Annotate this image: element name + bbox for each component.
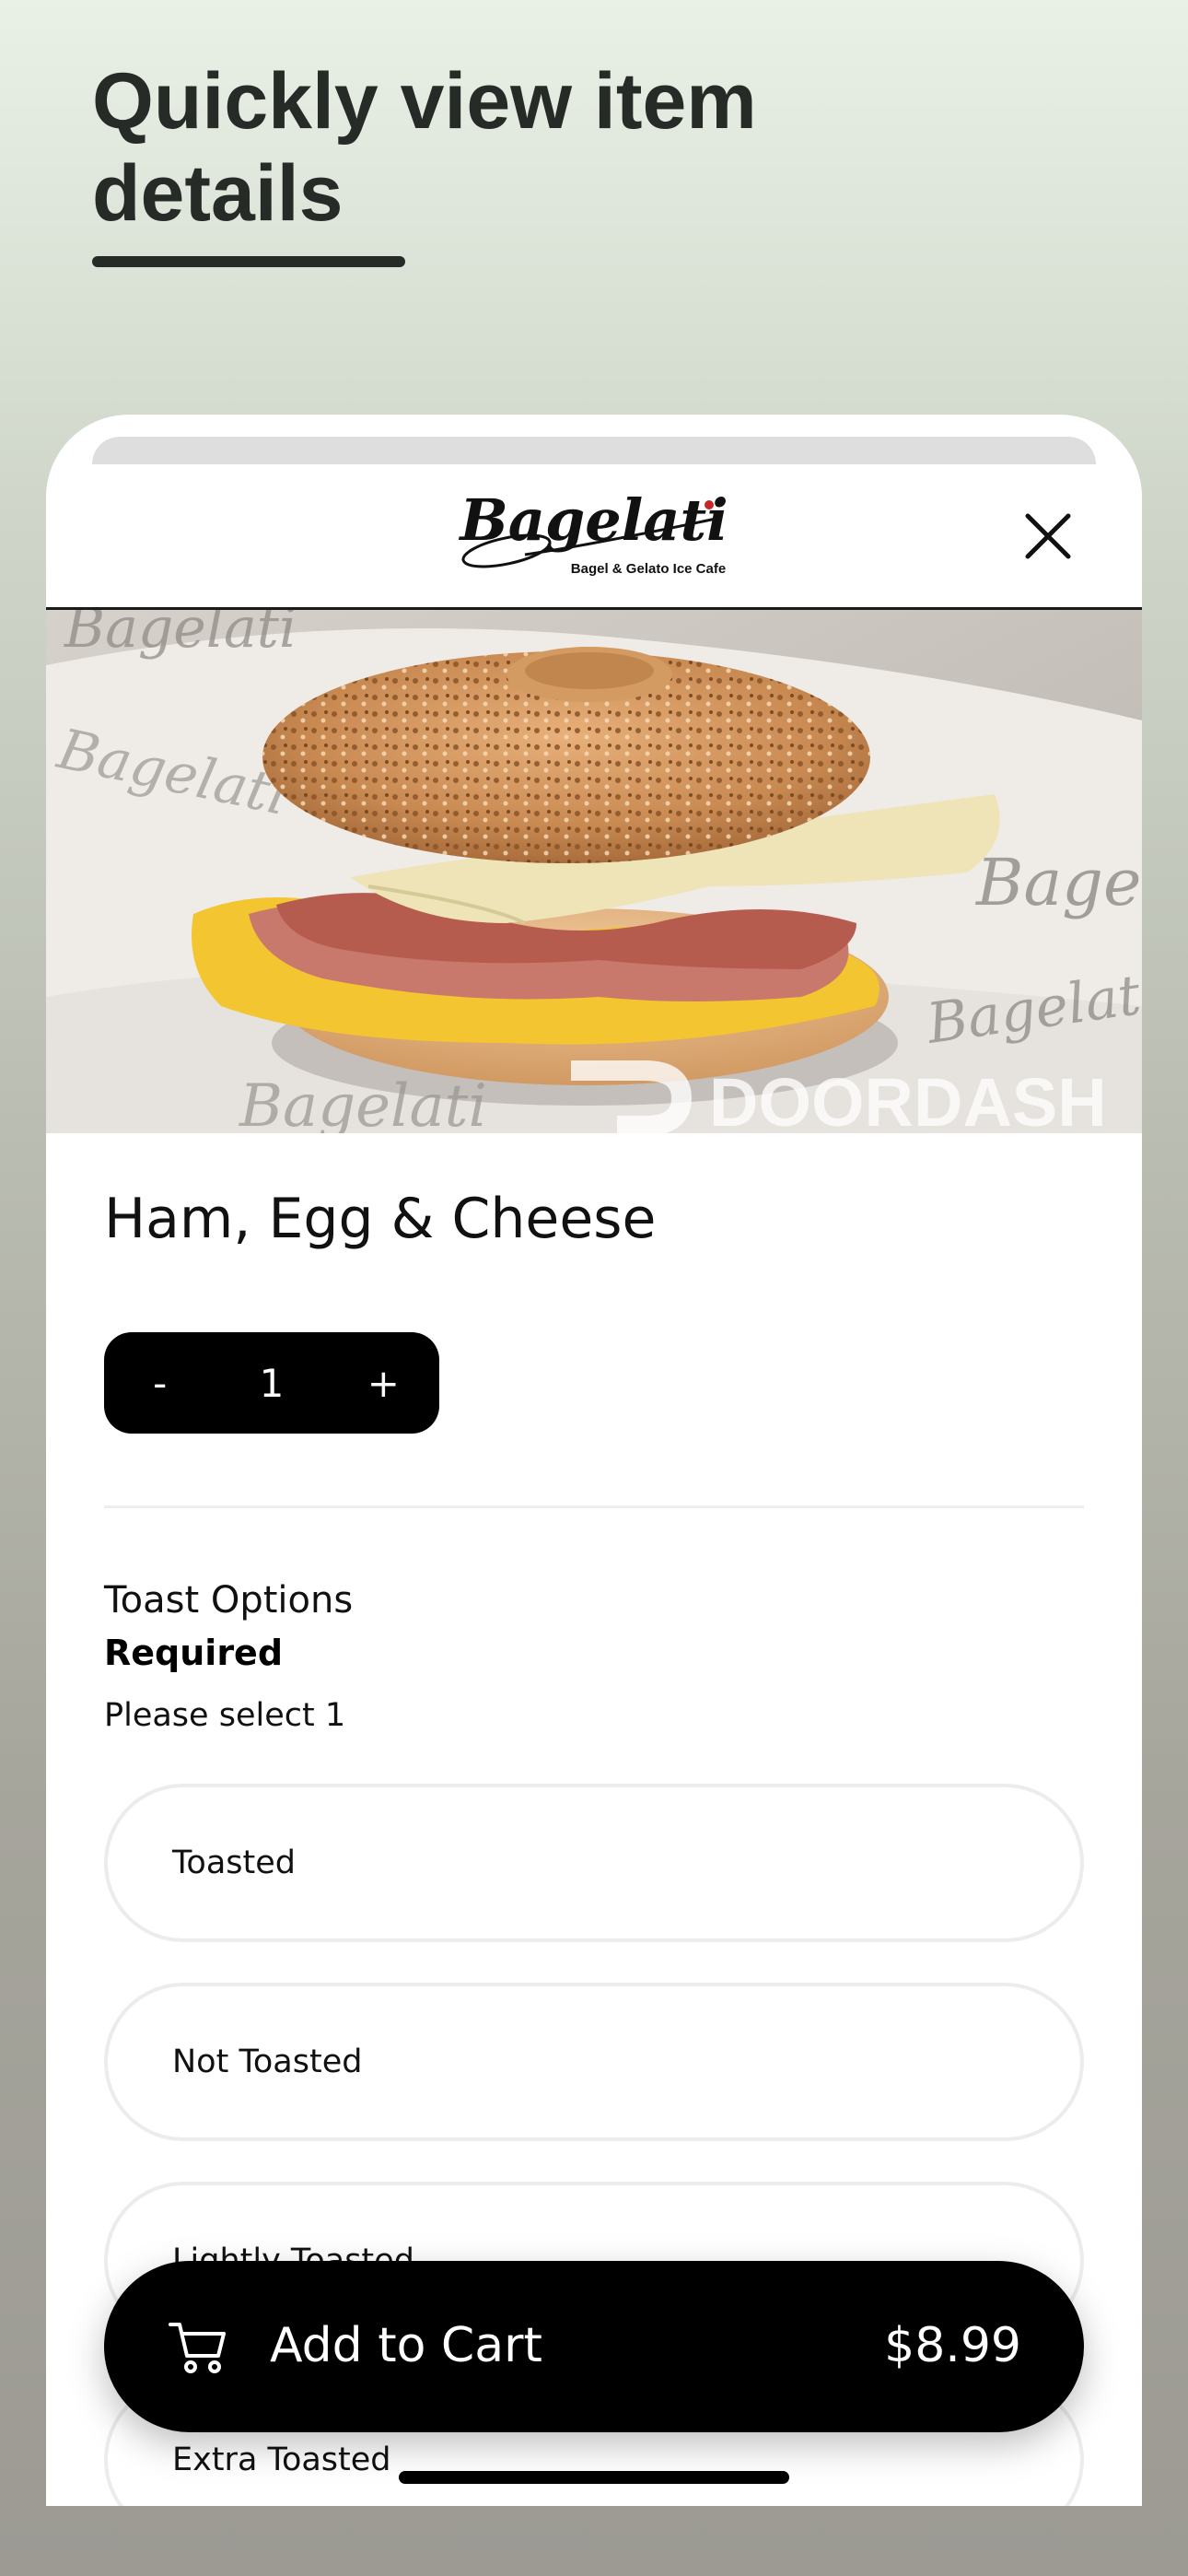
paper-print-3: Bagelati: [974, 845, 1142, 920]
close-icon[interactable]: [1022, 510, 1074, 562]
item-title: Ham, Egg & Cheese: [104, 1187, 657, 1251]
phone-screen: Bagelati Bagel & Gelato Ice Cafe Bagelat…: [46, 415, 1142, 2506]
headline-underline: [92, 256, 405, 267]
paper-print-1: Bagelati: [64, 610, 297, 661]
section-divider: [104, 1505, 1084, 1508]
option-label: Not Toasted: [172, 2043, 363, 2080]
required-label: Required: [104, 1633, 284, 1673]
increment-button[interactable]: +: [342, 1361, 425, 1406]
marketing-headline: Quickly view item details: [92, 55, 792, 240]
decrement-button[interactable]: -: [119, 1361, 202, 1406]
quantity-stepper: - 1 +: [104, 1332, 439, 1434]
cart-price: $8.99: [884, 2318, 1021, 2373]
add-to-cart-button[interactable]: Add to Cart $8.99: [104, 2261, 1084, 2432]
item-photo: Bagelati Bagelati Bagelati Bagelati Bage…: [46, 610, 1142, 1133]
quantity-value: 1: [259, 1360, 285, 1406]
add-to-cart-label: Add to Cart: [270, 2318, 542, 2373]
option-group-title: Toast Options: [104, 1579, 354, 1622]
logo-tagline: Bagel & Gelato Ice Cafe: [571, 561, 726, 577]
option-toasted[interactable]: Toasted: [104, 1784, 1084, 1942]
doordash-watermark: DOORDASH: [709, 1064, 1107, 1133]
cart-icon: [169, 2323, 226, 2373]
selection-hint: Please select 1: [104, 1697, 346, 1734]
headline-line-1: Quickly view item: [92, 57, 757, 146]
option-label: Toasted: [172, 1844, 297, 1881]
bagelati-logo: Bagelati Bagel & Gelato Ice Cafe: [458, 486, 728, 577]
item-modal-header: Bagelati Bagel & Gelato Ice Cafe: [46, 464, 1142, 610]
headline-line-2: details: [92, 149, 344, 238]
option-not-toasted[interactable]: Not Toasted: [104, 1983, 1084, 2141]
option-label: Extra Toasted: [172, 2441, 391, 2478]
home-indicator: [399, 2471, 789, 2484]
